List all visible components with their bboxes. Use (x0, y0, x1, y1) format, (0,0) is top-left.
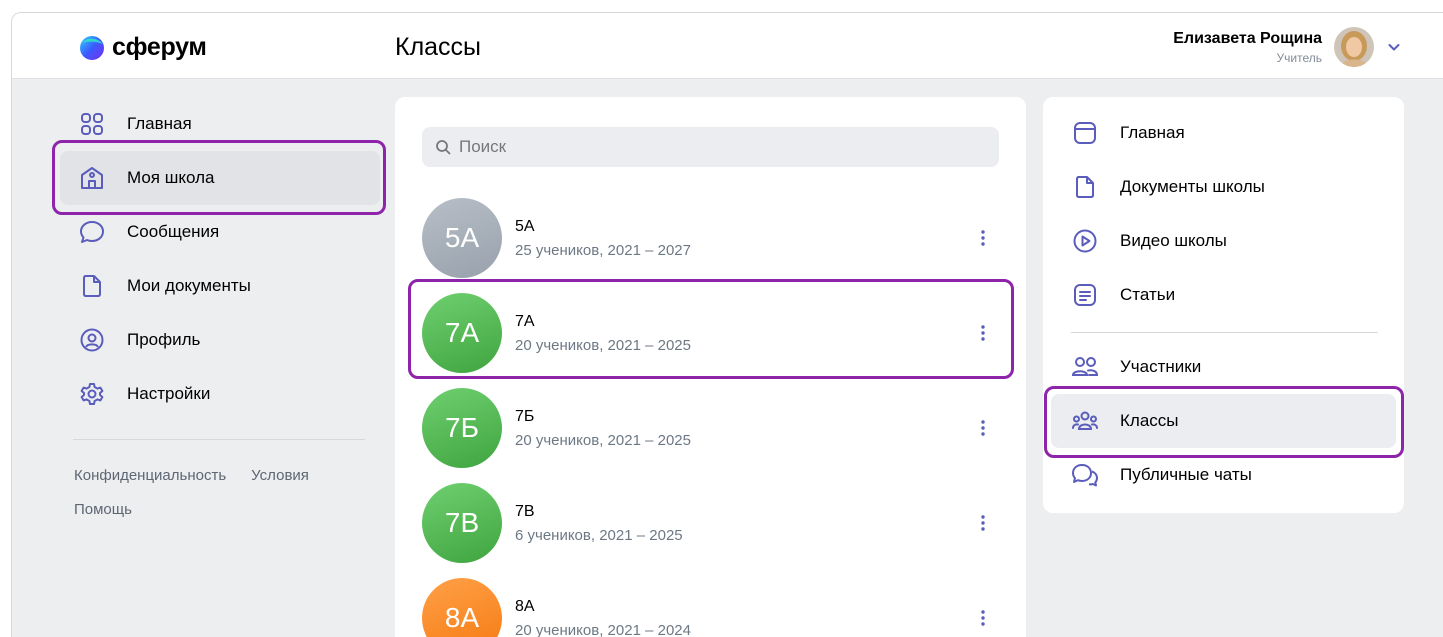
top-bar: сферум Классы Елизавета Рощина Учитель (12, 13, 1443, 79)
class-name: 5А (515, 217, 535, 235)
school-menu-documents[interactable]: Документы школы (1051, 160, 1396, 214)
sidebar-item-label: Главная (127, 114, 192, 133)
class-avatar: 7Б (422, 388, 502, 468)
school-menu-articles[interactable]: Статьи (1051, 268, 1396, 322)
grid-icon (78, 110, 106, 138)
school-menu-public-chats[interactable]: Публичные чаты (1051, 448, 1396, 502)
page-title: Классы (395, 33, 482, 61)
more-vertical-icon[interactable] (971, 511, 995, 535)
profile-icon (78, 326, 106, 354)
footer-links: Конфиденциальность Условия Помощь (74, 459, 334, 527)
user-role: Учитель (1276, 50, 1322, 65)
more-vertical-icon[interactable] (971, 226, 995, 250)
school-menu-home[interactable]: Главная (1051, 106, 1396, 160)
logo[interactable]: сферум (79, 33, 207, 62)
class-name: 8А (515, 597, 535, 615)
sidebar-item-my-documents[interactable]: Мои документы (60, 259, 380, 313)
class-avatar: 7А (422, 293, 502, 373)
more-vertical-icon[interactable] (971, 606, 995, 630)
school-menu-label: Статьи (1120, 285, 1176, 304)
chevron-down-icon[interactable] (1386, 39, 1402, 55)
app-window: сферум Классы Елизавета Рощина Учитель Г… (11, 12, 1443, 637)
sidebar-item-label: Профиль (127, 330, 201, 349)
logo-icon (80, 35, 104, 60)
search-icon (436, 140, 451, 155)
browser-icon (1071, 119, 1099, 147)
terms-link[interactable]: Условия (251, 467, 309, 484)
classes-icon (1071, 407, 1099, 435)
search-placeholder: Поиск (459, 137, 507, 156)
sidebar-item-label: Моя школа (127, 168, 215, 187)
sidebar-item-label: Сообщения (127, 222, 220, 241)
user-menu[interactable]: Елизавета Рощина Учитель (1173, 27, 1402, 67)
class-avatar: 7В (422, 483, 502, 563)
class-row-7b[interactable]: 7Б 7Б 20 учеников, 2021 – 2025 (422, 381, 999, 475)
user-name: Елизавета Рощина (1173, 29, 1322, 47)
class-meta: 6 учеников, 2021 – 2025 (515, 526, 683, 544)
logo-text: сферум (112, 33, 207, 61)
school-menu-divider (1071, 332, 1378, 333)
more-vertical-icon[interactable] (971, 416, 995, 440)
play-icon (1071, 227, 1099, 255)
document-icon (78, 272, 106, 300)
school-menu-members[interactable]: Участники (1051, 340, 1396, 394)
class-name: 7В (515, 502, 535, 520)
class-row-7v[interactable]: 7В 7В 6 учеников, 2021 – 2025 (422, 476, 999, 570)
article-icon (1071, 281, 1099, 309)
school-menu-card: Главная Документы школы Видео школы Стат… (1043, 97, 1404, 513)
class-meta: 25 учеников, 2021 – 2027 (515, 241, 691, 259)
school-menu-label: Публичные чаты (1120, 465, 1252, 484)
class-row-5a[interactable]: 5А 5А 25 учеников, 2021 – 2027 (422, 191, 999, 285)
classes-card: Поиск 5А 5А 25 учеников, 2021 – 2027 7А … (395, 97, 1026, 637)
school-menu-classes[interactable]: Классы (1051, 394, 1396, 448)
class-row-8a[interactable]: 8А 8А 20 учеников, 2021 – 2024 (422, 571, 999, 637)
sidebar-item-label: Мои документы (127, 276, 251, 295)
sidebar-item-home[interactable]: Главная (60, 97, 380, 151)
search-input[interactable]: Поиск (422, 127, 999, 167)
left-sidebar: Главная Моя школа Сообщения Мои документ… (60, 97, 380, 421)
class-meta: 20 учеников, 2021 – 2025 (515, 431, 691, 449)
class-name: 7А (515, 312, 535, 330)
sidebar-item-my-school[interactable]: Моя школа (60, 151, 380, 205)
school-menu-label: Участники (1120, 357, 1202, 376)
school-menu-label: Видео школы (1120, 231, 1227, 250)
message-icon (78, 218, 106, 246)
avatar-photo-icon (1334, 27, 1374, 67)
class-meta: 20 учеников, 2021 – 2024 (515, 621, 691, 637)
help-link[interactable]: Помощь (74, 501, 132, 518)
school-menu-label: Главная (1120, 123, 1185, 142)
class-row-7a[interactable]: 7А 7А 20 учеников, 2021 – 2025 (422, 286, 999, 380)
more-vertical-icon[interactable] (971, 321, 995, 345)
sidebar-item-settings[interactable]: Настройки (60, 367, 380, 421)
avatar[interactable] (1334, 27, 1374, 67)
chats-icon (1071, 461, 1099, 489)
class-name: 7Б (515, 407, 535, 425)
sidebar-item-profile[interactable]: Профиль (60, 313, 380, 367)
class-meta: 20 учеников, 2021 – 2025 (515, 336, 691, 354)
gear-icon (78, 380, 106, 408)
users-icon (1071, 353, 1099, 381)
sidebar-divider (73, 439, 365, 440)
school-menu-videos[interactable]: Видео школы (1051, 214, 1396, 268)
document-icon (1071, 173, 1099, 201)
school-menu-label: Классы (1120, 411, 1179, 430)
class-avatar: 8А (422, 578, 502, 637)
class-avatar: 5А (422, 198, 502, 278)
sidebar-item-messages[interactable]: Сообщения (60, 205, 380, 259)
privacy-link[interactable]: Конфиденциальность (74, 467, 226, 484)
school-icon (78, 164, 106, 192)
sidebar-item-label: Настройки (127, 384, 211, 403)
school-menu-label: Документы школы (1120, 177, 1265, 196)
